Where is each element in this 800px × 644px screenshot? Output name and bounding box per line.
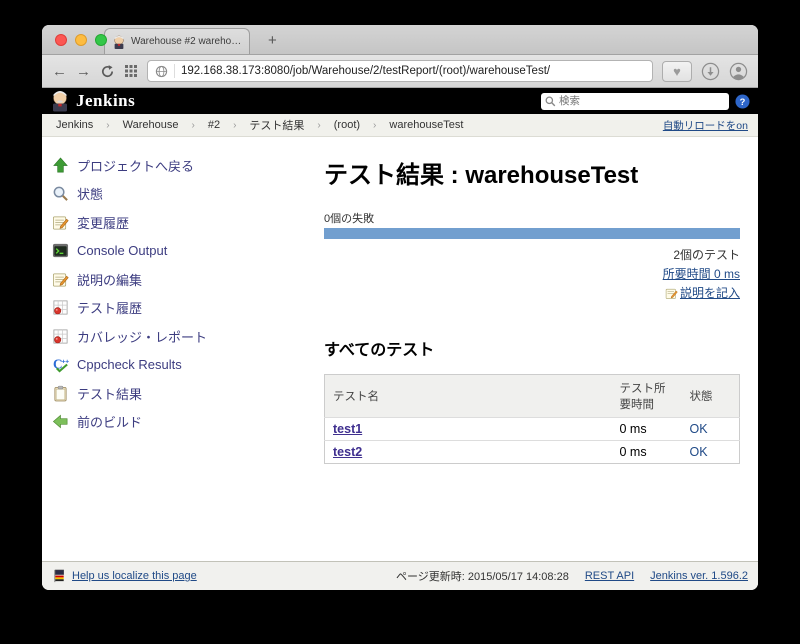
svg-text:++: ++	[61, 359, 69, 366]
sidebar-item-changes[interactable]: 変更履歴	[52, 208, 310, 237]
test1-link[interactable]: test1	[333, 422, 362, 436]
browser-tab[interactable]: Warehouse #2 warehouseTest	[104, 28, 250, 54]
add-description-link[interactable]: 説明を記入	[680, 284, 740, 303]
failure-count-label: 0個の失敗	[324, 210, 740, 226]
arrow-left-icon	[52, 413, 69, 430]
search-box[interactable]	[541, 93, 729, 110]
page-updated-label: ページ更新時: 2015/05/17 14:08:28	[396, 568, 569, 584]
profile-button[interactable]	[729, 62, 748, 81]
jenkins-logo-text[interactable]: Jenkins	[76, 91, 135, 111]
address-bar[interactable]: 192.168.38.173:8080/job/Warehouse/2/test…	[147, 60, 653, 82]
breadcrumb-item-build2[interactable]: #2	[204, 119, 224, 131]
url-separator	[174, 64, 175, 78]
clipboard-icon	[52, 385, 69, 402]
localization-flags-icon	[52, 569, 67, 583]
edit-description-icon	[665, 287, 678, 300]
jenkins-version-link[interactable]: Jenkins ver. 1.596.2	[650, 570, 748, 582]
sidebar-item-coverage-report[interactable]: カバレッジ・レポート	[52, 322, 310, 351]
minimize-window-button[interactable]	[75, 34, 87, 46]
help-icon[interactable]: ?	[735, 94, 750, 109]
window-controls	[55, 34, 107, 46]
test1-duration: 0 ms	[612, 418, 682, 441]
sidebar-item-previous-build[interactable]: 前のビルド	[52, 408, 310, 437]
tab-title: Warehouse #2 warehouseTest	[131, 36, 242, 47]
all-tests-heading: すべてのテスト	[324, 336, 740, 360]
breadcrumb-separator-icon: ›	[224, 120, 245, 131]
auto-reload-link[interactable]: 自動リロードをon	[663, 118, 748, 133]
back-button[interactable]: ←	[52, 64, 67, 79]
breadcrumb-item-jenkins[interactable]: Jenkins	[52, 119, 97, 131]
cppcheck-icon: C ++	[52, 356, 69, 373]
close-window-button[interactable]	[55, 34, 67, 46]
test-count-label: 2個のテスト	[324, 246, 740, 265]
tests-table: テスト名 テスト所要時間 状態 test1 0 ms OK test2 0 ms…	[324, 374, 740, 464]
sidebar-item-cppcheck-results[interactable]: C ++ Cppcheck Results	[52, 351, 310, 380]
breadcrumb-separator-icon: ›	[364, 120, 385, 131]
test2-link[interactable]: test2	[333, 445, 362, 459]
jenkins-footer: Help us localize this page ページ更新時: 2015/…	[42, 561, 758, 590]
search-icon	[545, 96, 556, 107]
search-input[interactable]	[559, 95, 725, 107]
new-tab-button[interactable]: +	[262, 28, 283, 54]
col-test-duration: テスト所要時間	[612, 375, 682, 418]
sidebar-item-test-result[interactable]: テスト結果	[52, 379, 310, 408]
breadcrumb-separator-icon: ›	[182, 120, 203, 131]
pocket-heart-button[interactable]: ♥	[662, 61, 692, 82]
site-identity-globe-icon[interactable]	[155, 65, 168, 78]
notepad-pencil-icon	[52, 214, 69, 231]
downloads-button[interactable]	[701, 62, 720, 81]
sidebar-item-test-history[interactable]: テスト履歴	[52, 294, 310, 323]
breadcrumb: Jenkins › Warehouse › #2 › テスト結果 › (root…	[42, 114, 758, 137]
col-test-name: テスト名	[325, 375, 612, 418]
jenkins-favicon	[112, 35, 126, 49]
table-row: test2 0 ms OK	[325, 441, 740, 464]
localize-link[interactable]: Help us localize this page	[72, 570, 197, 582]
main-panel: テスト結果 : warehouseTest 0個の失敗 2個のテスト 所要時間 …	[310, 137, 758, 561]
browser-toolbar: ← → 192.168.38.173:8080/job/Warehouse/2/…	[42, 55, 758, 88]
sidebar: プロジェクトへ戻る 状態 変更履歴	[42, 137, 310, 561]
browser-tab-bar: Warehouse #2 warehouseTest +	[42, 25, 758, 55]
breadcrumb-separator-icon: ›	[97, 120, 118, 131]
duration-link[interactable]: 所要時間 0 ms	[663, 267, 740, 281]
page-content: プロジェクトへ戻る 状態 変更履歴	[42, 137, 758, 561]
forward-button[interactable]: →	[76, 64, 91, 79]
sidebar-item-status[interactable]: 状態	[52, 180, 310, 209]
breadcrumb-separator-icon: ›	[308, 120, 329, 131]
table-header-row: テスト名 テスト所要時間 状態	[325, 375, 740, 418]
zoom-window-button[interactable]	[95, 34, 107, 46]
sidebar-item-console-output[interactable]: Console Output	[52, 237, 310, 266]
test-result-pass-bar	[324, 228, 740, 239]
terminal-icon	[52, 242, 69, 259]
breadcrumb-item-root[interactable]: (root)	[330, 119, 364, 131]
breadcrumb-item-test-result[interactable]: テスト結果	[245, 117, 308, 133]
rest-api-link[interactable]: REST API	[585, 570, 634, 582]
search-icon	[52, 185, 69, 202]
test1-status-link[interactable]: OK	[690, 422, 708, 436]
breadcrumb-item-warehousetest[interactable]: warehouseTest	[385, 119, 467, 131]
test-summary: 2個のテスト 所要時間 0 ms 説明を記入	[324, 246, 740, 306]
test2-duration: 0 ms	[612, 441, 682, 464]
tiles-grid-button[interactable]	[124, 64, 138, 78]
svg-text:?: ?	[740, 96, 746, 106]
table-row: test1 0 ms OK	[325, 418, 740, 441]
test-chart-icon	[52, 328, 69, 345]
url-text[interactable]: 192.168.38.173:8080/job/Warehouse/2/test…	[181, 65, 550, 77]
jenkins-header: Jenkins ?	[42, 88, 758, 114]
test-chart-icon	[52, 299, 69, 316]
refresh-button[interactable]	[100, 64, 115, 79]
arrow-up-icon	[52, 157, 69, 174]
notepad-pencil-icon	[52, 271, 69, 288]
sidebar-item-edit-description[interactable]: 説明の編集	[52, 265, 310, 294]
browser-window: Warehouse #2 warehouseTest + ← → 192.16	[42, 25, 758, 590]
jenkins-butler-logo	[50, 90, 70, 112]
col-status: 状態	[682, 375, 740, 418]
breadcrumb-item-warehouse[interactable]: Warehouse	[119, 119, 183, 131]
page-title: テスト結果 : warehouseTest	[324, 155, 740, 190]
sidebar-item-back-to-project[interactable]: プロジェクトへ戻る	[52, 151, 310, 180]
test2-status-link[interactable]: OK	[690, 445, 708, 459]
